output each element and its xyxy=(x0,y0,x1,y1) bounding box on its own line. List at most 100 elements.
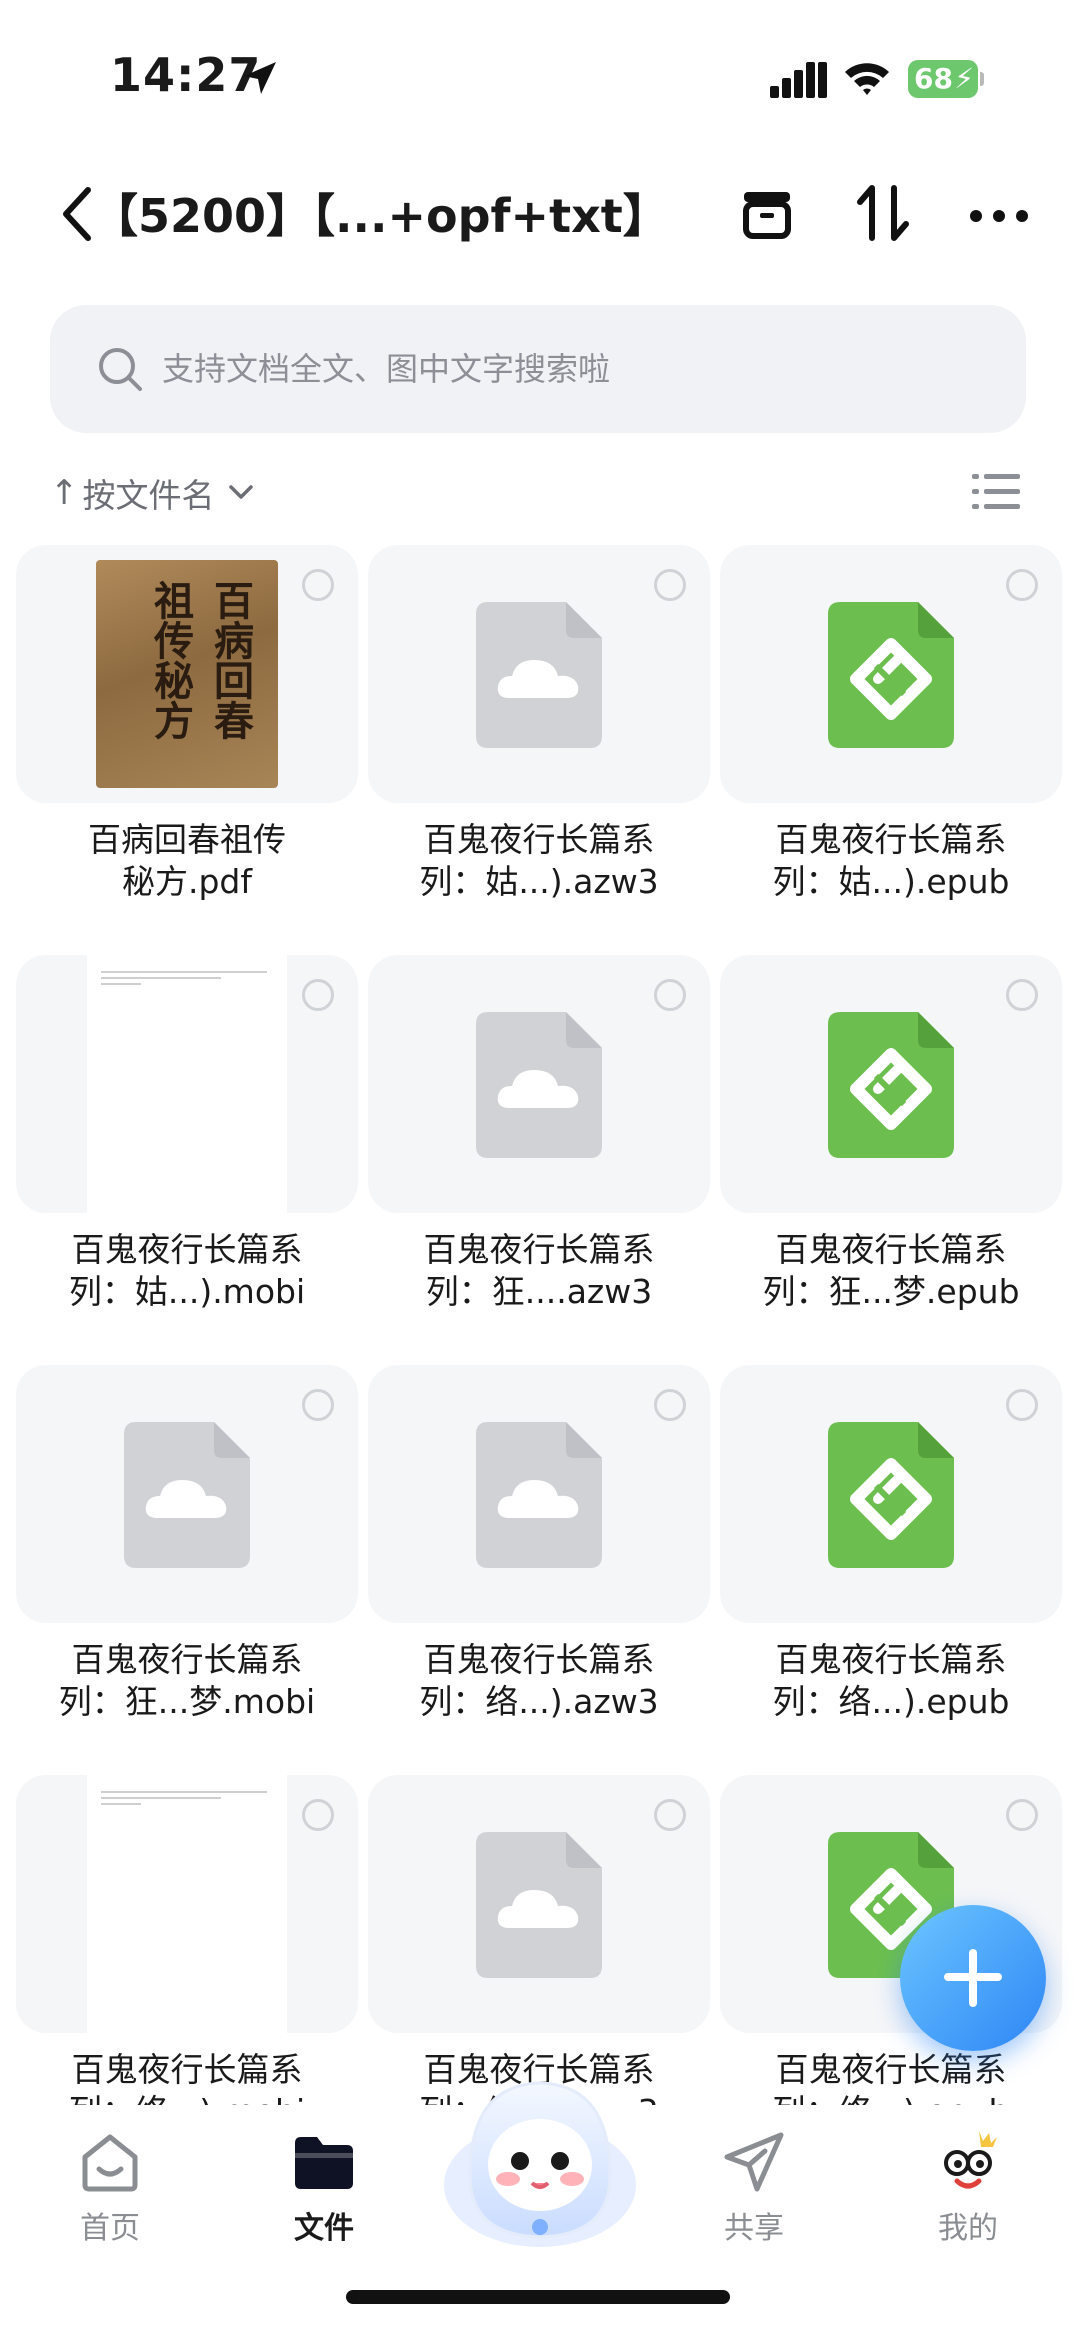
file-name: 百鬼夜行长篇系 列：狂...梦.mobi xyxy=(16,1639,358,1723)
file-tile[interactable]: 百鬼夜行长篇系 列：狂...梦.mobi xyxy=(16,1365,358,1725)
file-thumbnail[interactable] xyxy=(368,1365,710,1623)
more-icon[interactable] xyxy=(964,178,1034,248)
file-thumbnail[interactable] xyxy=(720,955,1062,1213)
file-name: 百鬼夜行长篇系列：络...).azw3 xyxy=(368,1639,710,1723)
select-checkbox[interactable] xyxy=(654,1389,686,1421)
file-name-line: 列：姑...).mobi xyxy=(68,1272,306,1311)
file-thumbnail[interactable] xyxy=(720,1365,1062,1623)
tab-mine-label: 我的 xyxy=(938,2211,998,2246)
file-name: 百鬼夜行长篇系 列：狂....azw3 xyxy=(368,1229,710,1313)
file-tile[interactable]: 百鬼夜行长篇系列：络...).mobi xyxy=(16,1775,358,2105)
file-tile[interactable]: 百鬼夜行长篇系 列：姑...).epub xyxy=(720,545,1062,905)
file-name: 百鬼夜行长篇系 列：姑...).epub xyxy=(720,819,1062,903)
select-checkbox[interactable] xyxy=(1006,1799,1038,1831)
sort-icon[interactable] xyxy=(848,178,918,248)
file-name: 百病回春祖传 秘方.pdf xyxy=(16,819,358,903)
file-name-line: 列：狂...梦.mobi xyxy=(58,1682,316,1721)
file-name: 百鬼夜行长篇系 列：姑...).mobi xyxy=(16,1229,358,1313)
cloud-file-icon xyxy=(476,1422,602,1568)
tab-files-label: 文件 xyxy=(294,2211,354,2246)
pdf-cover-text: 百病回春祖传秘方 xyxy=(147,580,253,740)
cellular-signal-icon xyxy=(770,62,827,98)
ascending-arrow-icon: ↑ xyxy=(50,473,79,513)
file-thumbnail[interactable] xyxy=(16,1775,358,2033)
file-tile[interactable]: 百病回春祖传秘方百病回春祖传 秘方.pdf xyxy=(16,545,358,905)
file-tile[interactable]: 百鬼夜行长篇系 列：狂....azw3 xyxy=(368,955,710,1315)
mascot-icon[interactable] xyxy=(430,2065,650,2255)
home-icon xyxy=(82,2134,138,2192)
home-indicator xyxy=(346,2290,730,2304)
folder-icon xyxy=(295,2137,353,2189)
file-name-line: 百鬼夜行长篇系 xyxy=(775,1640,1007,1679)
select-checkbox[interactable] xyxy=(302,569,334,601)
file-name-line: 百鬼夜行长篇系 xyxy=(423,820,655,859)
select-checkbox[interactable] xyxy=(302,1389,334,1421)
sort-label: 按文件名 xyxy=(82,476,215,515)
file-name-line: 列：络...).epub xyxy=(772,1682,1010,1721)
file-tile[interactable]: 百鬼夜行长篇系 列：姑...).azw3 xyxy=(368,545,710,905)
send-icon xyxy=(724,2132,784,2192)
file-name-line: 百鬼夜行长篇系 xyxy=(71,1230,303,1269)
chevron-down-icon xyxy=(228,485,253,499)
status-time: 14:27 xyxy=(110,48,262,102)
file-name-line: 百病回春祖传 xyxy=(88,820,286,859)
file-name: 百鬼夜行长篇系列：络...).mobi xyxy=(16,2049,358,2105)
select-checkbox[interactable] xyxy=(1006,1389,1038,1421)
archive-icon[interactable] xyxy=(732,178,802,248)
file-name-line: 百鬼夜行长篇系 xyxy=(71,1640,303,1679)
file-thumbnail[interactable] xyxy=(368,955,710,1213)
epub-file-icon xyxy=(828,602,954,748)
profile-icon xyxy=(944,2131,997,2189)
tab-mine[interactable]: 我的 xyxy=(898,2127,1038,2247)
search-input[interactable] xyxy=(162,305,982,433)
file-name-line: 列：络...).azw3 xyxy=(419,1682,659,1721)
file-thumbnail[interactable] xyxy=(368,1775,710,2033)
search-bar[interactable] xyxy=(50,305,1026,433)
file-tile[interactable]: 百鬼夜行长篇系列：络...).azw3 xyxy=(368,1365,710,1725)
tab-bar: 首页 文件 共享 我的 xyxy=(0,2081,1080,2341)
select-checkbox[interactable] xyxy=(654,979,686,1011)
file-name-line: 百鬼夜行长篇系 xyxy=(775,2050,1007,2089)
file-tile[interactable]: 百鬼夜行长篇系列：络...).azw3 xyxy=(368,1775,710,2105)
select-checkbox[interactable] xyxy=(654,1799,686,1831)
file-name-line: 列：姑...).azw3 xyxy=(419,862,659,901)
file-name: 百鬼夜行长篇系 列：狂...梦.epub xyxy=(720,1229,1062,1313)
select-checkbox[interactable] xyxy=(1006,569,1038,601)
epub-file-icon xyxy=(828,1422,954,1568)
file-name-line: 列：姑...).epub xyxy=(772,862,1010,901)
tab-home-label: 首页 xyxy=(80,2211,140,2246)
document-page-preview xyxy=(87,955,287,1213)
file-thumbnail[interactable] xyxy=(368,545,710,803)
battery-indicator: 68 ⚡ xyxy=(908,60,984,98)
page-title: 【5200】【...+opf+txt】 xyxy=(92,189,669,243)
file-tile[interactable]: 百鬼夜行长篇系 列：狂...梦.epub xyxy=(720,955,1062,1315)
file-name-line: 列：络...).epub xyxy=(720,2091,1062,2105)
file-name-line: 秘方.pdf xyxy=(121,862,252,901)
select-checkbox[interactable] xyxy=(302,1799,334,1831)
file-name-line: 百鬼夜行长篇系 xyxy=(775,1230,1007,1269)
add-button[interactable] xyxy=(900,1905,1046,2051)
file-name: 百鬼夜行长篇系列：络...).epub xyxy=(720,1639,1062,1723)
sort-selector[interactable]: ↑ 按文件名 xyxy=(50,468,255,518)
cloud-file-icon xyxy=(476,602,602,748)
file-thumbnail[interactable] xyxy=(16,1365,358,1623)
list-view-icon[interactable] xyxy=(972,470,1020,514)
tab-share[interactable]: 共享 xyxy=(684,2127,824,2247)
search-icon xyxy=(99,348,142,391)
file-name-line: 百鬼夜行长篇系 xyxy=(423,1640,655,1679)
file-thumbnail[interactable]: 百病回春祖传秘方 xyxy=(16,545,358,803)
file-thumbnail[interactable] xyxy=(720,545,1062,803)
file-tile[interactable]: 百鬼夜行长篇系列：络...).epub xyxy=(720,1365,1062,1725)
tab-home[interactable]: 首页 xyxy=(40,2127,180,2247)
file-thumbnail[interactable] xyxy=(16,955,358,1213)
file-tile[interactable]: 百鬼夜行长篇系 列：姑...).mobi xyxy=(16,955,358,1315)
file-name-line: 百鬼夜行长篇系 xyxy=(775,820,1007,859)
select-checkbox[interactable] xyxy=(302,979,334,1011)
epub-file-icon xyxy=(828,1012,954,1158)
file-name-line: 列：狂...梦.epub xyxy=(762,1272,1020,1311)
select-checkbox[interactable] xyxy=(654,569,686,601)
file-name-line: 百鬼夜行长篇系 xyxy=(71,2050,303,2089)
select-checkbox[interactable] xyxy=(1006,979,1038,1011)
tab-files[interactable]: 文件 xyxy=(254,2127,394,2247)
file-name-line: 列：络...).mobi xyxy=(16,2091,358,2105)
